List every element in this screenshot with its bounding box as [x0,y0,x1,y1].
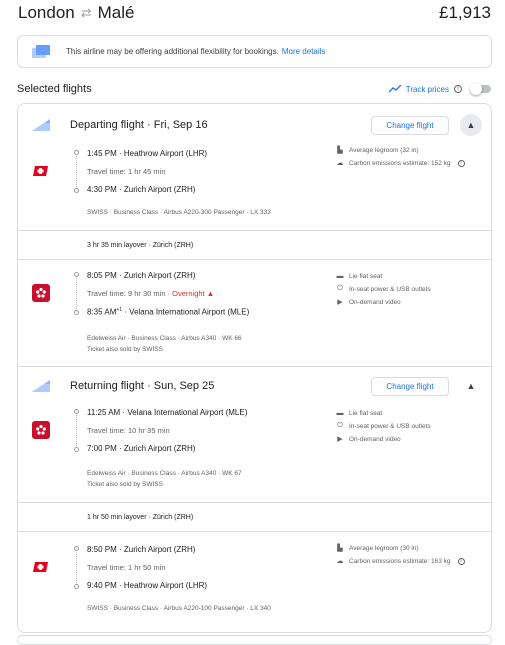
arrival-time-row: 8:35 AM+1 · Velana International Airport… [87,307,250,317]
returning-title: Returning flight · Sun, Sep 25 [70,380,215,392]
route: London ⇄ Malé [18,3,135,23]
departing-leg-1: 1:45 PM · Heathrow Airport (LHR) Travel … [18,144,491,229]
amenity-emissions: ☁ Carbon emissions estimate: 163 kg i [336,557,465,565]
collapse-chevron-icon[interactable]: ▲ [460,114,482,136]
layover-info: 1 hr 50 min layover · Zürich (ZRH) [18,502,491,532]
total-price: £1,913 [439,3,491,22]
travel-time: Travel time: 10 hr 35 min [87,426,170,435]
returning-section: Returning flight · Sun, Sep 25 Change fl… [18,366,491,632]
departure-time: 8:05 PM · Zurich Airport (ZRH) [87,271,196,280]
departing-section: Departing flight · Fri, Sep 16 Change fl… [18,104,491,367]
flight-details: SWISS · Business Class · Airbus A220-100… [87,605,271,612]
departure-dot [74,150,79,155]
seat-icon: ▙ [337,147,343,154]
arrival-time: 7:00 PM · Zurich Airport (ZRH) [87,444,196,453]
edelweiss-logo-icon [32,284,50,302]
departing-title: Departing flight · Fri, Sep 16 [70,119,208,131]
change-departing-button[interactable]: Change flight [371,115,449,135]
co2-icon: ☁ [336,160,344,167]
selected-flights-header: Selected flights Track prices i [17,81,491,97]
departure-dot [74,272,79,277]
returning-leg-2: 8:50 PM · Zurich Airport (ZRH) Travel ti… [18,534,491,629]
flexibility-notice: This airline may be offering additional … [17,35,492,68]
amenity-video: ▶ On-demand video [337,435,401,444]
track-prices-toggle[interactable] [470,83,491,95]
plane-takeoff-icon [32,380,50,392]
change-returning-button[interactable]: Change flight [371,376,449,396]
departing-leg-2: 8:05 PM · Zurich Airport (ZRH) Travel ti… [18,262,491,362]
trip-header: London ⇄ Malé £1,913 [18,2,491,24]
amenity-power: ⏻ In-seat power & USB outlets [337,422,431,430]
seat-icon: ▙ [337,545,343,552]
amenity-video: ▶ On-demand video [337,298,401,307]
arrival-time: 9:40 PM · Heathrow Airport (LHR) [87,581,208,590]
arrival-dot [74,584,79,589]
overnight-label: Overnight [172,289,205,298]
departure-time: 11:25 AM · Velana International Airport … [87,408,248,417]
arrival-dot [74,310,79,315]
co2-icon: ☁ [336,558,344,565]
travel-time: Travel time: 1 hr 45 min [87,167,166,176]
destination-city: Malé [97,3,135,22]
info-icon[interactable]: i [454,85,462,93]
travel-time: Travel time: 1 hr 50 min [87,563,166,572]
ticket-icon [32,44,50,59]
next-section-edge [17,635,492,645]
info-icon[interactable]: i [457,159,465,167]
timeline-line [76,156,77,187]
timeline-line [76,552,77,583]
departure-time: 1:45 PM · Heathrow Airport (LHR) [87,149,208,158]
swiss-logo-icon [32,558,50,576]
arrival-time: 4:30 PM · Zurich Airport (ZRH) [87,185,196,194]
flight-details: Edelweiss Air · Business Class · Airbus … [87,470,242,477]
departure-dot [74,409,79,414]
origin-city: London [18,3,75,22]
notice-text: This airline may be offering additional … [66,47,279,56]
layover-info: 3 hr 35 min layover · Zürich (ZRH) [18,230,491,260]
video-icon: ▶ [337,299,343,306]
ticket-sold-by: Ticket also sold by SWISS [87,346,163,353]
returning-header: Returning flight · Sun, Sep 25 Change fl… [18,367,491,405]
flight-details: Edelweiss Air · Business Class · Airbus … [87,335,242,342]
amenity-power: ⏻ In-seat power & USB outlets [337,285,431,293]
timeline-line [76,278,77,309]
amenity-lie-flat: ▬ Lie flat seat [336,409,383,417]
departing-header: Departing flight · Fri, Sep 16 Change fl… [18,106,491,144]
trend-icon [388,85,401,93]
amenity-legroom: ▙ Average legroom (32 in) [337,146,419,155]
selected-flights-title: Selected flights [17,83,92,95]
arrival-dot [74,188,79,193]
info-icon[interactable]: i [457,557,465,565]
departure-time: 8:50 PM · Zurich Airport (ZRH) [87,545,196,554]
swap-arrows-icon: ⇄ [80,5,92,20]
plane-takeoff-icon [32,119,50,131]
itinerary-card: Departing flight · Fri, Sep 16 Change fl… [17,103,492,633]
lie-flat-seat-icon: ▬ [336,272,344,280]
ticket-sold-by: Ticket also sold by SWISS [87,481,163,488]
amenity-lie-flat: ▬ Lie flat seat [336,272,383,280]
arrival-dot [74,447,79,452]
track-prices-label[interactable]: Track prices [406,85,449,94]
more-details-link[interactable]: More details [282,47,326,56]
departure-dot [74,546,79,551]
power-plug-icon: ⏻ [337,422,343,429]
warning-icon: ▲ [206,289,215,298]
collapse-chevron-icon[interactable]: ▲ [460,375,482,397]
amenity-legroom: ▙ Average legroom (30 in) [337,544,419,553]
travel-time-row: Travel time: 9 hr 30 min · Overnight ▲ [87,289,215,298]
track-prices: Track prices i [388,83,491,95]
edelweiss-logo-icon [32,421,50,439]
lie-flat-seat-icon: ▬ [336,409,344,417]
swiss-logo-icon [32,162,50,180]
timeline-line [76,415,77,446]
power-plug-icon: ⏻ [337,285,343,292]
returning-leg-1: 11:25 AM · Velana International Airport … [18,405,491,500]
video-icon: ▶ [337,436,343,443]
amenity-emissions: ☁ Carbon emissions estimate: 152 kg i [336,159,465,167]
flight-details: SWISS · Business Class · Airbus A220-300… [87,209,271,216]
